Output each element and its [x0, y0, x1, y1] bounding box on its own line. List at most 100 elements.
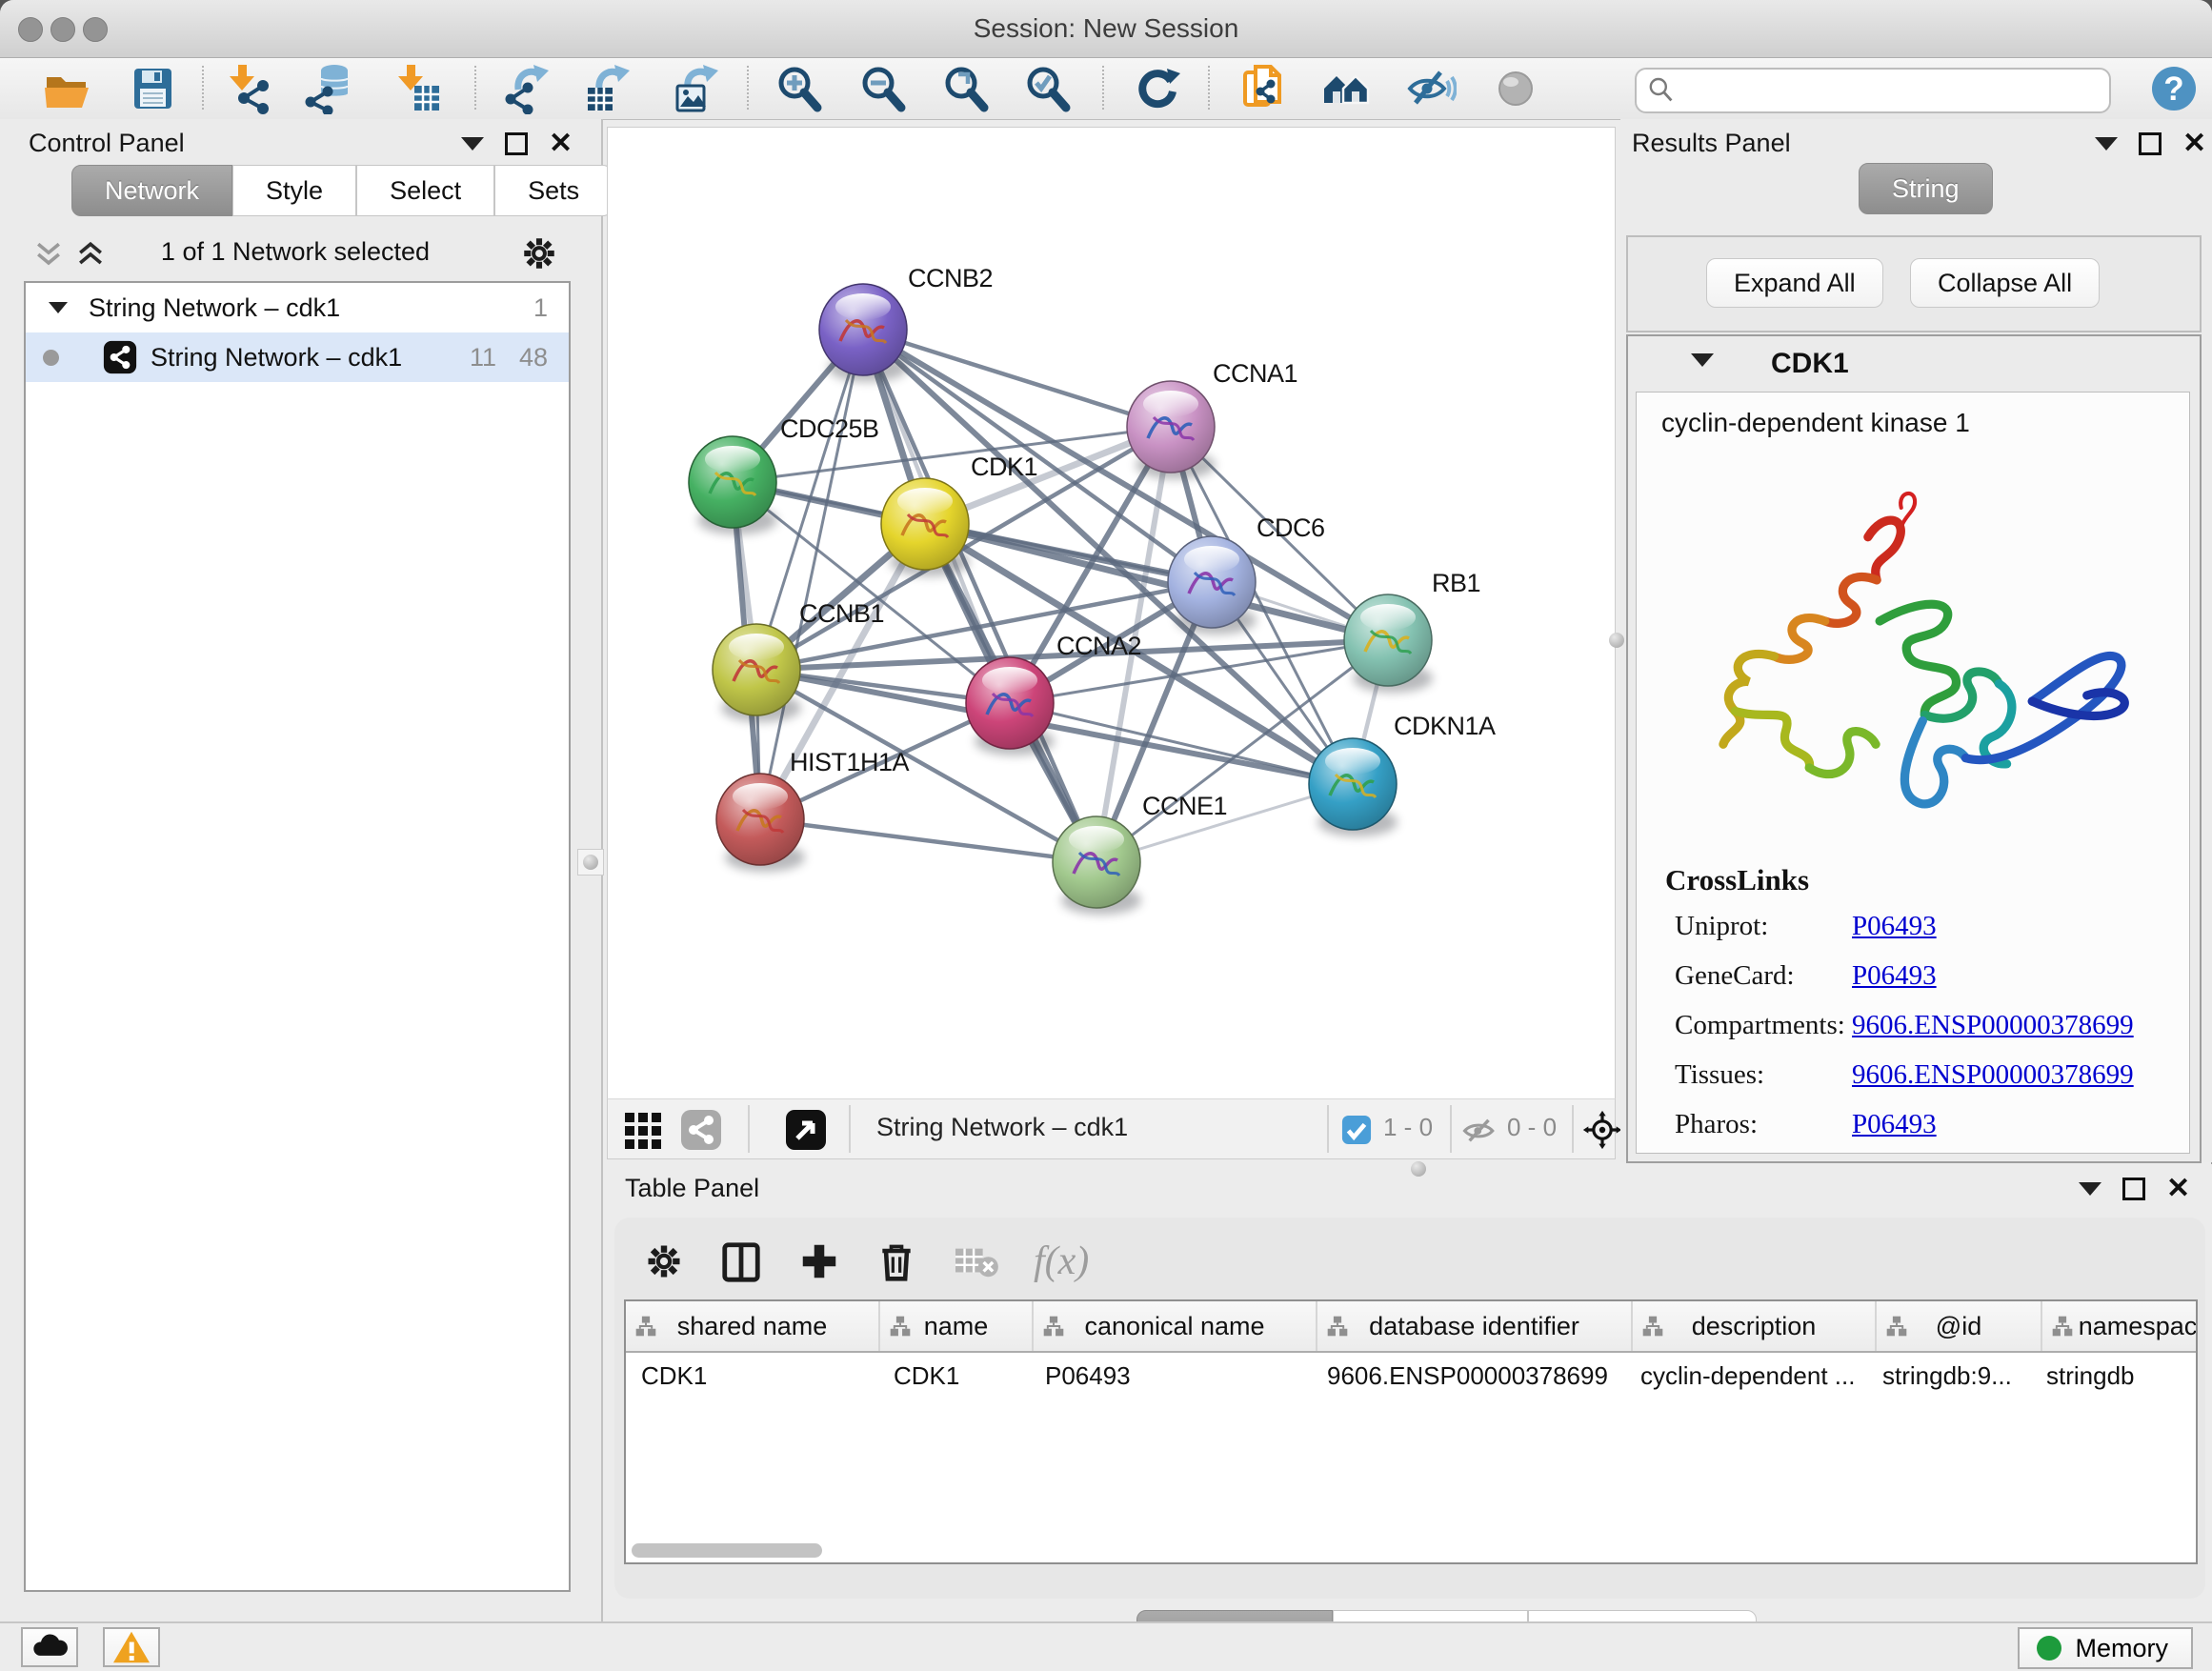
crosslink-link[interactable]: 9606.ENSP00000378699	[1852, 1059, 2134, 1090]
bottom-splitter-grip[interactable]	[1406, 1157, 1431, 1181]
panel-menu-icon[interactable]	[461, 137, 484, 151]
export-table-button[interactable]	[578, 61, 637, 116]
panel-float-icon[interactable]	[2139, 132, 2162, 155]
network-node-CCNB1[interactable]: CCNB1	[713, 599, 884, 722]
svg-text:?: ?	[2163, 70, 2183, 108]
fit-content-crosshair-icon[interactable]	[1581, 1109, 1623, 1151]
cloud-status-button[interactable]	[21, 1627, 78, 1667]
network-node-RB1[interactable]: RB1	[1344, 569, 1480, 693]
crosslink-link[interactable]: 9606.ENSP00000378699	[1852, 1010, 2134, 1040]
tab-style[interactable]: Style	[232, 165, 356, 216]
app-window: Session: New Session	[0, 0, 2212, 1671]
table-settings-gear-icon[interactable]	[643, 1240, 685, 1282]
export-image-button[interactable]	[667, 61, 726, 116]
tab-sets[interactable]: Sets	[494, 165, 613, 216]
expand-all-button[interactable]: Expand All	[1706, 258, 1883, 308]
node-label-CDK1: CDK1	[971, 453, 1037, 481]
collapse-arrow-icon[interactable]	[49, 302, 68, 313]
network-row-label: String Network – cdk1	[151, 343, 402, 372]
table-horizontal-scrollbar[interactable]	[624, 1540, 2198, 1564]
clone-network-button[interactable]	[1236, 61, 1295, 116]
table-row[interactable]: CDK1CDK1P064939606.ENSP00000378699cyclin…	[626, 1353, 2196, 1399]
import-table-button[interactable]	[388, 61, 447, 116]
memory-status-dot	[2037, 1636, 2061, 1661]
panel-menu-icon[interactable]	[2079, 1182, 2101, 1196]
grid-view-icon[interactable]	[623, 1109, 665, 1151]
network-node-CCNA1[interactable]: CCNA1	[1127, 359, 1297, 479]
node-label-HIST1H1A: HIST1H1A	[790, 748, 910, 776]
import-database-button[interactable]	[299, 61, 358, 116]
panel-close-icon[interactable]: ✕	[549, 135, 573, 152]
tab-select[interactable]: Select	[356, 165, 494, 216]
column-header-namespac[interactable]: namespac	[2042, 1301, 2198, 1351]
panel-close-icon[interactable]: ✕	[2182, 135, 2206, 152]
hide-unhide-button[interactable]	[1401, 61, 1460, 116]
table-cell: 9606.ENSP00000378699	[1312, 1361, 1625, 1391]
open-in-window-icon[interactable]	[785, 1109, 827, 1151]
delete-column-trash-icon[interactable]	[875, 1240, 917, 1282]
column-header-description[interactable]: description	[1633, 1301, 1877, 1351]
zoom-selected-button[interactable]	[1017, 61, 1076, 116]
collapse-all-button[interactable]: Collapse All	[1910, 258, 2100, 308]
refresh-layout-button[interactable]	[1128, 61, 1187, 116]
home-button[interactable]	[1317, 61, 1376, 116]
column-header--id[interactable]: @id	[1877, 1301, 2042, 1351]
panel-float-icon[interactable]	[505, 132, 528, 155]
search-input[interactable]	[1686, 71, 2090, 106]
column-tree-icon	[1327, 1316, 1348, 1337]
node-label-CDKN1A: CDKN1A	[1394, 712, 1496, 740]
column-header-database-identifier[interactable]: database identifier	[1317, 1301, 1633, 1351]
zoom-out-button[interactable]	[853, 61, 912, 116]
scrollbar-thumb[interactable]	[632, 1543, 822, 1558]
crosslink-link[interactable]: P06493	[1852, 911, 1937, 941]
hidden-count: 0 - 0	[1507, 1113, 1557, 1142]
eye-slash-icon	[1405, 63, 1457, 114]
toolbar-separator	[1208, 66, 1210, 110]
panel-close-icon[interactable]: ✕	[2166, 1180, 2190, 1198]
add-column-icon[interactable]	[797, 1239, 841, 1283]
protein-section-header[interactable]: CDK1	[1628, 336, 2200, 390]
column-header-canonical-name[interactable]: canonical name	[1034, 1301, 1317, 1351]
memory-button[interactable]: Memory	[2018, 1627, 2193, 1669]
zoom-in-button[interactable]	[769, 61, 828, 116]
network-node-CCNE1[interactable]: CCNE1	[1053, 792, 1227, 915]
column-header-name[interactable]: name	[880, 1301, 1034, 1351]
import-network-button[interactable]	[219, 61, 278, 116]
warnings-button[interactable]	[103, 1627, 160, 1667]
show-columns-icon[interactable]	[719, 1239, 763, 1283]
network-collection-row[interactable]: String Network – cdk1 1	[26, 283, 569, 332]
collapse-arrow-icon[interactable]	[1691, 353, 1714, 367]
node-label-CCNA1: CCNA1	[1213, 359, 1297, 388]
panel-menu-icon[interactable]	[2095, 137, 2118, 151]
column-header-shared-name[interactable]: shared name	[626, 1301, 880, 1351]
network-canvas[interactable]: CCNB2CCNA1CDC25BCDK1CDC6RB1CCNB1CCNA2CDK…	[607, 127, 1616, 1100]
table-panel-title: Table Panel	[625, 1174, 759, 1202]
network-graph[interactable]: CCNB2CCNA1CDC25BCDK1CDC6RB1CCNB1CCNA2CDK…	[608, 128, 1613, 1097]
node-table[interactable]: shared namenamecanonical namedatabase id…	[624, 1299, 2198, 1541]
selected-checkbox-icon[interactable]	[1341, 1115, 1372, 1145]
save-session-button[interactable]	[123, 61, 182, 116]
zoom-fit-button[interactable]	[935, 61, 995, 116]
network-row-selected[interactable]: String Network – cdk1 11 48	[26, 332, 569, 382]
help-button[interactable]: ?	[2144, 61, 2203, 116]
tab-network[interactable]: Network	[71, 165, 232, 216]
left-splitter-grip[interactable]	[577, 849, 604, 876]
share-view-icon[interactable]	[680, 1109, 722, 1151]
table-cell: cyclin-dependent ...	[1625, 1361, 1867, 1391]
network-type-icon	[103, 340, 137, 374]
zoom-fit-icon	[939, 63, 991, 114]
right-splitter-grip[interactable]	[1604, 628, 1629, 653]
birdseye-toggle-button[interactable]	[1486, 61, 1545, 116]
network-node-HIST1H1A[interactable]: HIST1H1A	[716, 748, 910, 872]
export-network-button[interactable]	[497, 61, 556, 116]
open-session-button[interactable]	[37, 61, 96, 116]
crosslink-link[interactable]: P06493	[1852, 960, 1937, 991]
crosslink-link[interactable]: P06493	[1852, 1109, 1937, 1139]
results-content: CDK1 cyclin-dependent kinase 1	[1626, 334, 2202, 1163]
table-toolbar: f(x)	[643, 1235, 1089, 1288]
network-node-CDKN1A[interactable]: CDKN1A	[1309, 712, 1496, 836]
panel-float-icon[interactable]	[2122, 1178, 2145, 1200]
network-options-gear-icon[interactable]	[519, 233, 559, 273]
tab-string[interactable]: String	[1859, 163, 1993, 214]
network-node-CDK1[interactable]: CDK1	[881, 453, 1037, 576]
